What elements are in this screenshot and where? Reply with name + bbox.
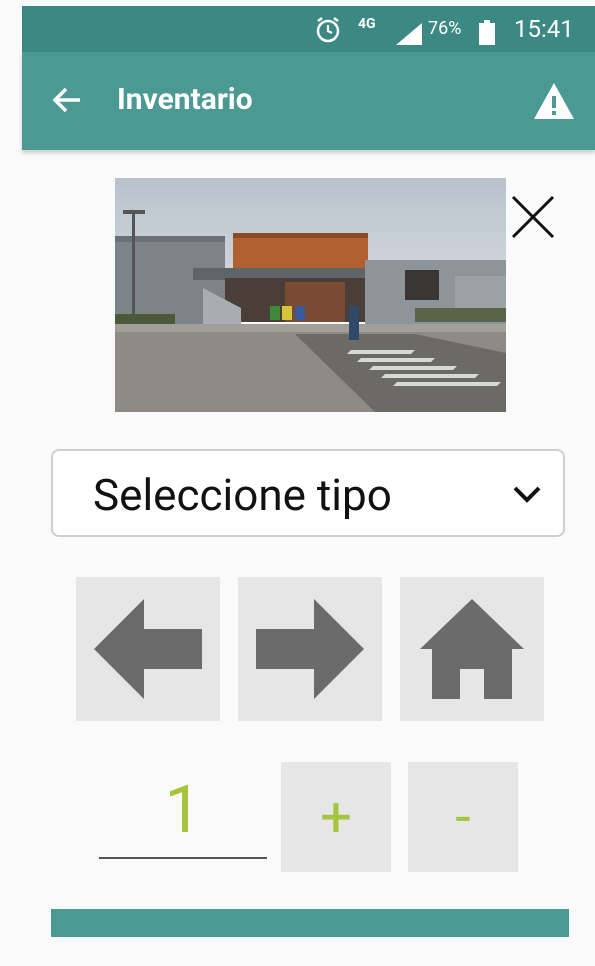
app-bar: Inventario <box>22 52 595 150</box>
previous-button[interactable] <box>76 577 220 721</box>
page-title: Inventario <box>117 82 253 117</box>
home-button[interactable] <box>400 577 544 721</box>
arrow-right-icon <box>256 599 364 699</box>
arrow-left-icon <box>94 599 202 699</box>
battery-icon <box>478 17 496 45</box>
home-icon <box>420 599 524 699</box>
close-icon[interactable] <box>510 194 556 240</box>
signal-icon <box>394 18 424 45</box>
network-type: 4G <box>358 16 376 32</box>
type-select-value: Seleccione tipo <box>93 469 392 521</box>
battery-percent: 76% <box>428 18 462 39</box>
chevron-down-icon <box>509 479 545 509</box>
quantity-value: 1 <box>164 772 202 849</box>
alarm-icon <box>314 15 342 43</box>
building-photo <box>115 178 506 412</box>
increment-button[interactable]: + <box>281 762 391 872</box>
back-arrow-icon[interactable] <box>50 83 84 117</box>
type-select[interactable]: Seleccione tipo <box>51 449 565 537</box>
warning-icon[interactable] <box>533 82 575 120</box>
bottom-action-bar[interactable] <box>51 909 569 937</box>
quantity-input[interactable]: 1 <box>99 765 267 859</box>
decrement-button[interactable]: - <box>408 762 518 872</box>
status-bar: 4G 76% 15:41 <box>22 6 595 52</box>
clock-time: 15:41 <box>514 15 574 43</box>
next-button[interactable] <box>238 577 382 721</box>
